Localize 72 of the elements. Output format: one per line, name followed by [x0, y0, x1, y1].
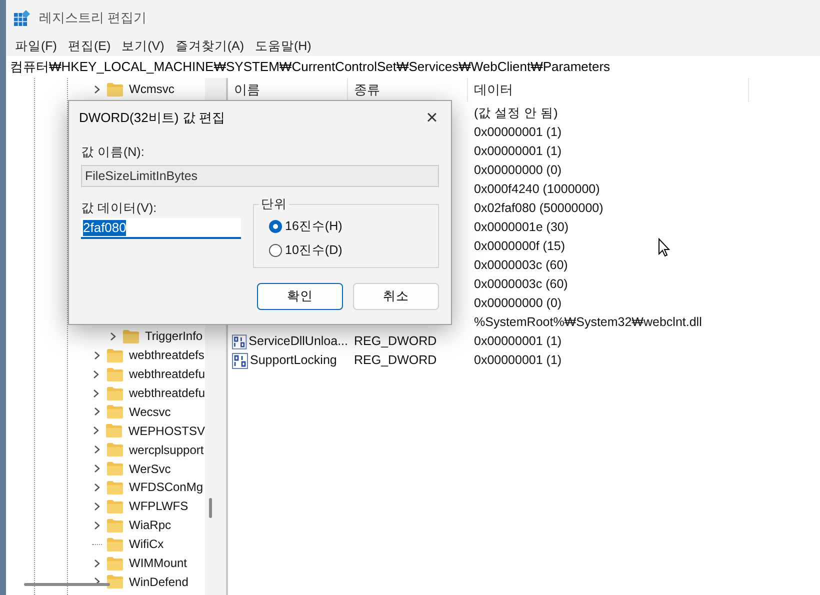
registry-app-icon: [14, 10, 30, 26]
vertical-scrollbar[interactable]: [209, 498, 212, 518]
menu-item[interactable]: 즐겨찾기(A): [171, 36, 248, 56]
close-button[interactable]: ×: [417, 104, 447, 130]
value-name-label: 값 이름(N):: [81, 144, 146, 161]
value-data: 0x0000003c (60): [474, 258, 568, 272]
window-title: 레지스트리 편집기: [39, 9, 147, 28]
value-data: 0x00000001 (1): [474, 125, 562, 140]
tree-item[interactable]: WinDefend: [129, 572, 188, 591]
folder-icon: [107, 461, 123, 476]
value-data-label: 값 데이터(V):: [81, 200, 158, 217]
value-data: 0x0000000f (15): [474, 239, 566, 254]
value-data: %SystemRoot%₩System32₩webclnt.dll: [474, 315, 702, 330]
tree-item[interactable]: WEPHOSTSV: [128, 422, 205, 440]
tree-item[interactable]: WiaRpc: [129, 516, 172, 534]
tree-item[interactable]: WFDSConMg: [129, 478, 204, 496]
value-data: 0x02faf080 (50000000): [474, 201, 604, 216]
folder-icon: [106, 423, 122, 438]
value-data: 0x0000003c (60): [474, 277, 568, 292]
tree-item[interactable]: webthreatdefu: [128, 384, 205, 402]
binary-value-icon: [232, 352, 248, 368]
folder-icon: [106, 366, 123, 382]
value-data-field[interactable]: 2faf080: [81, 218, 241, 239]
tree-item[interactable]: WifiCx: [129, 535, 164, 554]
tree-item[interactable]: WerSvc: [129, 460, 171, 478]
menu-item[interactable]: 파일(F): [11, 36, 61, 56]
horizontal-scrollbar[interactable]: [24, 583, 110, 586]
folder-icon: [107, 536, 123, 552]
ok-button[interactable]: 확인: [257, 283, 343, 310]
value-data: 0x0000001e (30): [474, 220, 569, 234]
value-type: REG_DWORD: [354, 334, 437, 348]
folder-icon: [107, 442, 123, 458]
folder-icon: [107, 404, 123, 420]
value-data: 0x00000000 (0): [474, 163, 562, 178]
value-data: (값 설정 안 됨): [474, 106, 558, 120]
binary-value-icon: [232, 334, 247, 350]
column-header[interactable]: 데이터: [468, 78, 749, 102]
address-bar[interactable]: 컴퓨터₩HKEY_LOCAL_MACHINE₩SYSTEM₩CurrentControlSet₩Services₩WebClient₩Parameters: [6, 56, 820, 78]
tree-item[interactable]: webthreatdefu: [128, 365, 205, 384]
radio-button[interactable]: 16진수(H): [269, 217, 438, 236]
folder-icon: [107, 574, 123, 590]
value-data: 0x00000001 (1): [474, 144, 562, 158]
value-name[interactable]: SupportLocking: [250, 351, 337, 370]
folder-icon: [107, 82, 123, 97]
value-data: 0x00000001 (1): [474, 353, 562, 368]
folder-icon: [123, 328, 139, 344]
menu-item[interactable]: 도움말(H): [250, 36, 316, 56]
tree-item[interactable]: WFPLWFS: [129, 497, 188, 516]
folder-icon: [106, 386, 123, 400]
menu-item[interactable]: 보기(V): [118, 36, 168, 56]
tree-item[interactable]: webthreatdefs: [129, 346, 204, 364]
menu-item[interactable]: 편집(E): [64, 36, 115, 56]
folder-icon: [107, 480, 123, 495]
folder-icon: [107, 498, 123, 514]
value-data: 0x000f4240 (1000000): [474, 182, 600, 196]
value-name[interactable]: ServiceDllUnloa...: [248, 332, 348, 351]
radio-button[interactable]: 10진수(D): [269, 240, 438, 260]
value-name-field[interactable]: FileSizeLimitInBytes: [81, 165, 439, 187]
dialog-title: DWORD(32비트) 값 편집: [79, 108, 225, 127]
mouse-cursor-icon: [658, 238, 670, 257]
folder-icon: [107, 556, 123, 571]
tree-item[interactable]: TriggerInfo: [145, 327, 203, 346]
folder-icon: [107, 518, 123, 533]
cancel-button[interactable]: 취소: [353, 283, 439, 310]
value-type: REG_DWORD: [354, 353, 437, 368]
value-data: 0x00000001 (1): [474, 334, 562, 348]
tree-item[interactable]: Wcmsvc: [129, 80, 174, 98]
value-data: 0x00000000 (0): [474, 296, 562, 310]
folder-icon: [107, 348, 123, 363]
tree-item[interactable]: Wecsvc: [129, 402, 171, 421]
tree-item[interactable]: WIMMount: [129, 554, 188, 572]
tree-item[interactable]: wercplsupport: [129, 440, 204, 459]
